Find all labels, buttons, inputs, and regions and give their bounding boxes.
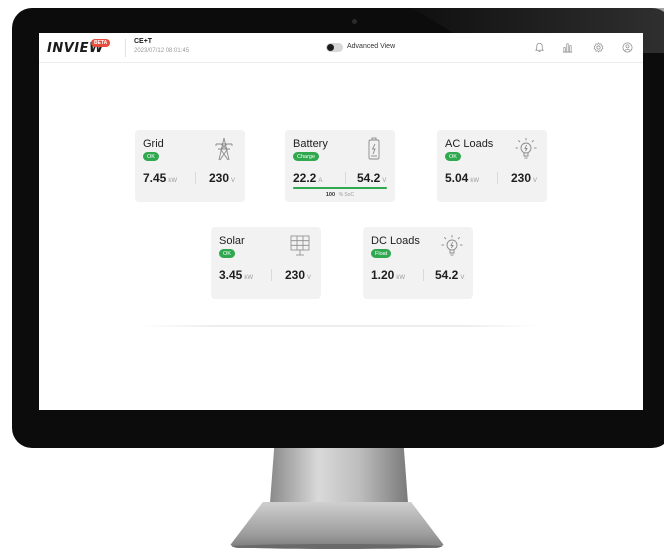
stand-shadow	[232, 544, 442, 549]
voltage-unit: V	[231, 178, 236, 184]
power-tower-icon	[215, 137, 233, 161]
value-divider	[423, 269, 424, 281]
battery-icon	[368, 137, 380, 160]
bar-chart-icon[interactable]	[562, 42, 573, 53]
lightbulb-icon	[441, 235, 463, 256]
voltage-number: 230	[511, 171, 532, 185]
gear-icon[interactable]	[593, 42, 604, 53]
voltage-unit: V	[533, 178, 538, 184]
status-badge: OK	[143, 152, 159, 161]
bell-icon[interactable]	[534, 42, 545, 53]
power-value: 3.45 kW	[219, 268, 253, 282]
value-divider	[345, 172, 346, 184]
power-value: 1.20 kW	[371, 268, 405, 282]
status-badge: Float	[371, 249, 392, 258]
power-unit: kW	[470, 178, 480, 184]
power-value: 7.45 kW	[143, 171, 177, 185]
status-badge: OK	[445, 152, 461, 161]
user-icon[interactable]	[622, 42, 633, 53]
voltage-unit: V	[307, 275, 312, 281]
toggle-knob	[327, 44, 334, 51]
value-divider	[271, 269, 272, 281]
value-divider	[497, 172, 498, 184]
power-unit: kW	[168, 178, 178, 184]
current-unit: A	[318, 178, 323, 184]
app-header: INVIEW BETA CE+T 2023/07/12 08:01:45 Adv…	[39, 33, 643, 63]
card-title: DC Loads	[371, 235, 420, 247]
monitor-scene: INVIEW BETA CE+T 2023/07/12 08:01:45 Adv…	[0, 0, 664, 550]
site-name[interactable]: CE+T	[134, 38, 152, 45]
dc-loads-card[interactable]: DC Loads Float 1.20 kW 54.2 V	[363, 227, 473, 299]
battery-card[interactable]: Battery Charge 22.2 A 54.2 V 100 % SoC	[285, 130, 395, 202]
status-badge: Charge	[293, 152, 320, 161]
value-divider	[195, 172, 196, 184]
advanced-view-toggle[interactable]	[326, 43, 343, 52]
power-unit: kW	[396, 275, 406, 281]
voltage-number: 230	[285, 268, 306, 282]
power-value: 5.04 kW	[445, 171, 479, 185]
monitor-stand-base	[228, 502, 446, 548]
monitor-stand-neck	[270, 448, 408, 503]
lightbulb-icon	[515, 138, 537, 159]
power-unit: kW	[244, 275, 254, 281]
soc-label: 100 % SoC	[285, 192, 395, 198]
voltage-value: 54.2 V	[357, 171, 386, 185]
current-number: 22.2	[293, 171, 317, 185]
voltage-unit: V	[460, 275, 465, 281]
solar-panel-icon	[290, 235, 310, 256]
power-number: 5.04	[445, 171, 469, 185]
card-title: AC Loads	[445, 138, 494, 150]
status-badge: OK	[219, 249, 235, 258]
soc-progress-bar	[293, 187, 387, 189]
floor-shadow	[139, 325, 539, 327]
voltage-number: 54.2	[435, 268, 459, 282]
solar-card[interactable]: Solar OK 3.45 kW 230 V	[211, 227, 321, 299]
power-number: 1.20	[371, 268, 395, 282]
voltage-unit: V	[382, 178, 387, 184]
voltage-number: 54.2	[357, 171, 381, 185]
power-number: 3.45	[219, 268, 243, 282]
site-timestamp: 2023/07/12 08:01:45	[134, 48, 190, 54]
power-number: 7.45	[143, 171, 167, 185]
webcam	[352, 19, 357, 24]
voltage-value: 230 V	[285, 268, 311, 282]
voltage-number: 230	[209, 171, 230, 185]
beta-badge: BETA	[91, 39, 111, 47]
voltage-value: 230 V	[209, 171, 235, 185]
card-title: Grid	[143, 138, 164, 150]
app-screen: INVIEW BETA CE+T 2023/07/12 08:01:45 Adv…	[39, 33, 643, 410]
header-divider	[125, 39, 126, 57]
card-title: Solar	[219, 235, 245, 247]
card-title: Battery	[293, 138, 328, 150]
ac-loads-card[interactable]: AC Loads OK 5.04 kW 230 V	[437, 130, 547, 202]
soc-unit: % SoC	[338, 192, 355, 198]
soc-number: 100	[325, 192, 336, 198]
current-value: 22.2 A	[293, 171, 322, 185]
voltage-value: 230 V	[511, 171, 537, 185]
voltage-value: 54.2 V	[435, 268, 464, 282]
advanced-view-label: Advanced View	[347, 43, 396, 50]
grid-card[interactable]: Grid OK 7.45 kW 230 V	[135, 130, 245, 202]
